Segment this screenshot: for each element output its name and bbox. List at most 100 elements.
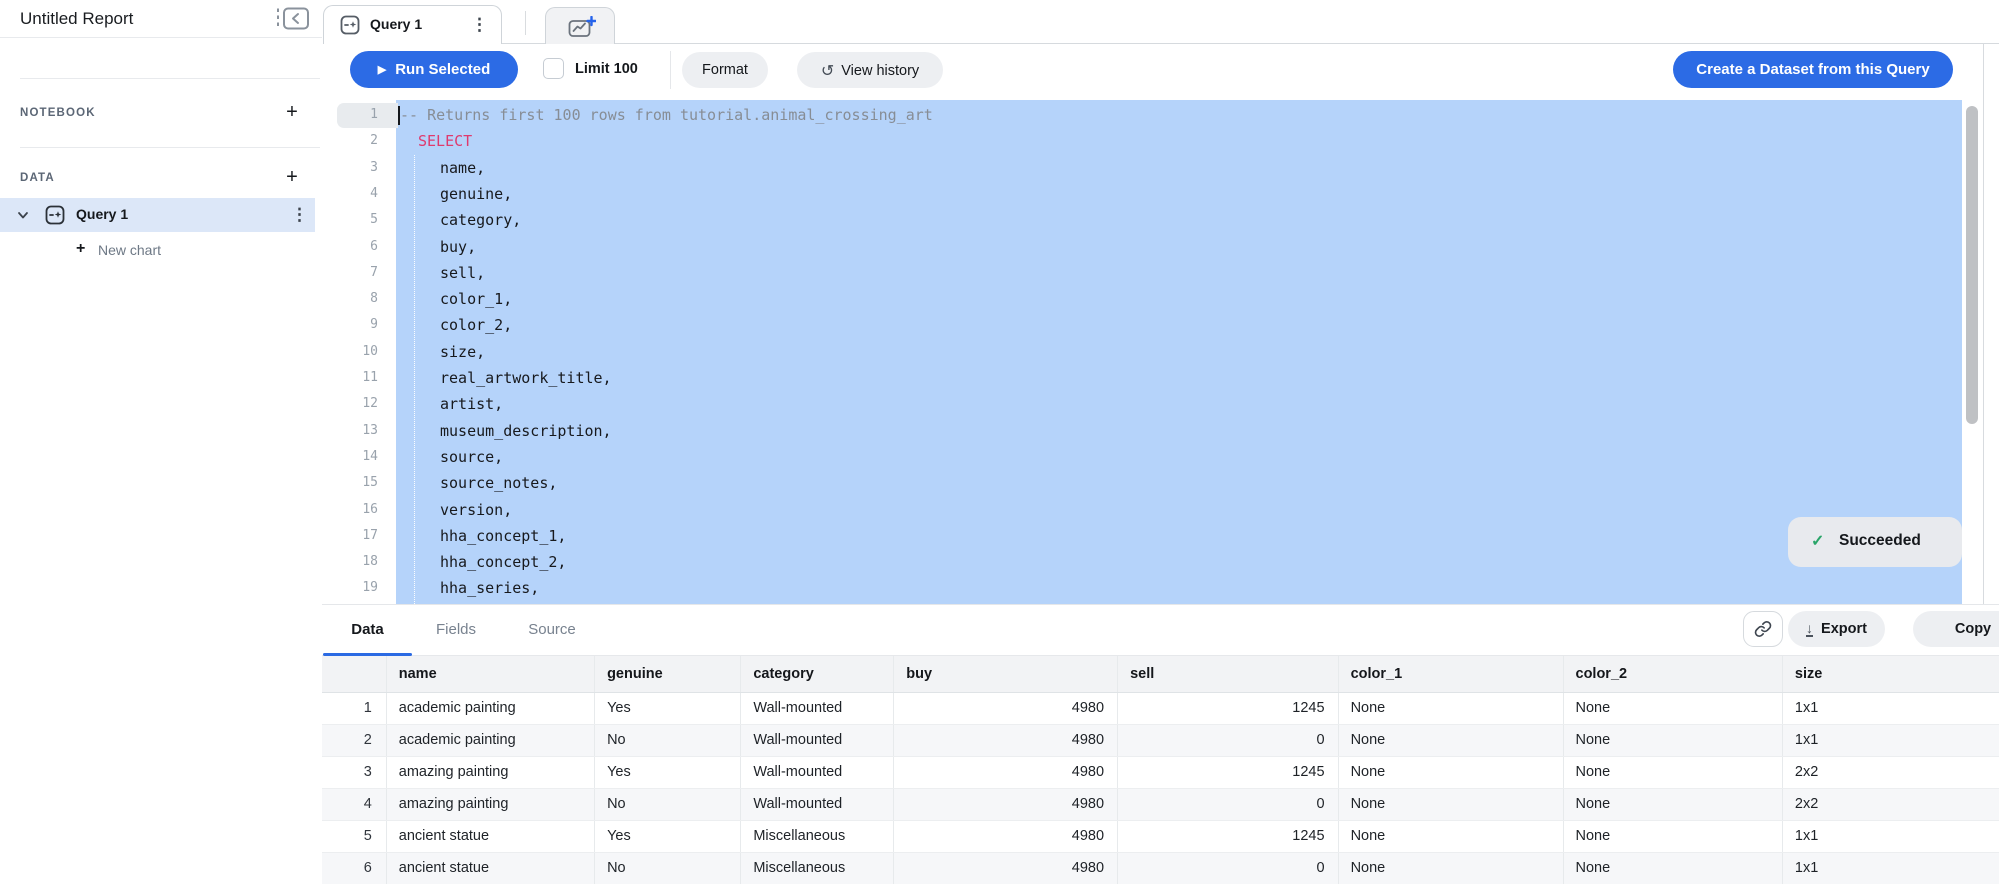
cell-category: Wall-mounted xyxy=(741,724,894,756)
tab-query-1[interactable]: Query 1 ⋮ xyxy=(323,5,502,44)
column-header-rownum xyxy=(322,656,386,692)
export-button[interactable]: ↓Export xyxy=(1788,611,1885,647)
line-number: 1 xyxy=(322,107,378,122)
line-number: 5 xyxy=(322,212,378,227)
cell-color_2: None xyxy=(1563,852,1782,884)
tab-add-chart[interactable] xyxy=(545,7,615,44)
cell-name: ancient statue xyxy=(386,852,594,884)
status-label: Succeeded xyxy=(1839,532,1921,550)
row-number: 3 xyxy=(322,756,386,788)
line-number: 18 xyxy=(322,554,378,569)
table-row-2[interactable]: 2academic paintingNoWall-mounted49800Non… xyxy=(322,724,1999,756)
cell-size: 1x1 xyxy=(1782,852,1999,884)
plus-icon: + xyxy=(76,240,85,258)
code-line-13: museum_description, xyxy=(440,418,612,444)
tab-source[interactable]: Source xyxy=(500,605,604,655)
view-history-button[interactable]: ↺View history xyxy=(797,52,943,88)
cell-genuine: Yes xyxy=(595,692,741,724)
chevron-down-icon[interactable] xyxy=(16,208,30,227)
code-line-18: hha_concept_2, xyxy=(440,549,566,575)
text-cursor xyxy=(398,106,400,125)
column-header-color_2[interactable]: color_2 xyxy=(1563,656,1782,692)
code-line-15: source_notes, xyxy=(440,470,557,496)
format-button[interactable]: Format xyxy=(682,52,768,88)
table-row-6[interactable]: 6ancient statueNoMiscellaneous49800NoneN… xyxy=(322,852,1999,884)
code-line-1: -- Returns first 100 rows from tutorial.… xyxy=(400,102,933,128)
tab-data[interactable]: Data xyxy=(323,605,412,655)
cell-color_1: None xyxy=(1338,724,1563,756)
code-line-6: buy, xyxy=(440,234,476,260)
cell-name: amazing painting xyxy=(386,756,594,788)
sidebar-section-notebook: NOTEBOOK xyxy=(20,107,96,119)
run-selected-button[interactable]: ▶Run Selected xyxy=(350,51,518,88)
cell-sell: 0 xyxy=(1118,724,1339,756)
cell-sell: 1245 xyxy=(1118,756,1339,788)
tab-fields[interactable]: Fields xyxy=(412,605,500,655)
kebab-menu-icon[interactable]: ⋮ xyxy=(291,206,308,223)
query-toolbar: ▶Run Selected Limit 100 Format ↺View his… xyxy=(322,44,1999,100)
cell-name: academic painting xyxy=(386,692,594,724)
tab-query-label: Query 1 xyxy=(370,16,422,32)
limit-label: Limit 100 xyxy=(575,61,638,77)
code-line-9: color_2, xyxy=(440,312,512,338)
cell-category: Wall-mounted xyxy=(741,756,894,788)
cell-color_1: None xyxy=(1338,692,1563,724)
line-number: 11 xyxy=(322,370,378,385)
code-line-14: source, xyxy=(440,444,503,470)
collapse-sidebar-icon[interactable] xyxy=(272,7,310,30)
cell-name: academic painting xyxy=(386,724,594,756)
cell-size: 1x1 xyxy=(1782,820,1999,852)
column-header-buy[interactable]: buy xyxy=(894,656,1118,692)
column-header-genuine[interactable]: genuine xyxy=(595,656,741,692)
card-right-border xyxy=(1983,43,1984,604)
column-header-name[interactable]: name xyxy=(386,656,594,692)
report-title[interactable]: Untitled Report xyxy=(20,9,133,29)
add-notebook-cell-button[interactable]: + xyxy=(281,102,303,124)
toolbar-divider xyxy=(670,51,671,89)
editor-scrollbar[interactable] xyxy=(1966,106,1978,424)
history-icon: ↺ xyxy=(821,63,834,80)
results-tabbar: Data Fields Source ↓Export Copy xyxy=(322,605,1999,656)
sidebar-item-new-chart[interactable]: + New chart xyxy=(0,238,315,264)
cell-buy: 4980 xyxy=(894,756,1118,788)
sql-editor[interactable]: 12345678910111213141516171819 -- Returns… xyxy=(322,100,1999,604)
editor-selection xyxy=(396,100,1962,604)
line-number: 2 xyxy=(322,133,378,148)
cell-color_2: None xyxy=(1563,788,1782,820)
status-badge: ✓ Succeeded xyxy=(1788,517,1962,567)
table-row-3[interactable]: 3amazing paintingYesWall-mounted49801245… xyxy=(322,756,1999,788)
column-header-color_1[interactable]: color_1 xyxy=(1338,656,1563,692)
cell-name: ancient statue xyxy=(386,820,594,852)
cell-color_1: None xyxy=(1338,756,1563,788)
sidebar-section-data: DATA xyxy=(20,172,55,184)
cell-category: Wall-mounted xyxy=(741,692,894,724)
code-line-19: hha_series, xyxy=(440,575,539,601)
limit-checkbox[interactable] xyxy=(543,58,564,79)
share-link-button[interactable] xyxy=(1743,611,1783,647)
add-data-button[interactable]: + xyxy=(281,167,303,189)
table-row-5[interactable]: 5ancient statueYesMiscellaneous49801245N… xyxy=(322,820,1999,852)
table-row-1[interactable]: 1academic paintingYesWall-mounted4980124… xyxy=(322,692,1999,724)
table-row-4[interactable]: 4amazing paintingNoWall-mounted49800None… xyxy=(322,788,1999,820)
column-header-sell[interactable]: sell xyxy=(1118,656,1339,692)
new-chart-label: New chart xyxy=(98,242,161,258)
column-header-category[interactable]: category xyxy=(741,656,894,692)
cell-genuine: Yes xyxy=(595,820,741,852)
line-number: 7 xyxy=(322,265,378,280)
cell-category: Miscellaneous xyxy=(741,852,894,884)
cell-genuine: No xyxy=(595,852,741,884)
chart-plus-icon xyxy=(568,16,596,38)
sidebar-divider xyxy=(0,37,322,38)
sidebar-query-label: Query 1 xyxy=(76,206,128,222)
code-line-3: name, xyxy=(440,155,485,181)
code-line-17: hha_concept_1, xyxy=(440,523,566,549)
sidebar-item-query-1[interactable]: Query 1 ⋮ xyxy=(0,198,315,232)
cell-genuine: No xyxy=(595,788,741,820)
row-number: 5 xyxy=(322,820,386,852)
column-header-size[interactable]: size xyxy=(1782,656,1999,692)
create-dataset-button[interactable]: Create a Dataset from this Query xyxy=(1673,51,1953,88)
copy-button[interactable]: Copy xyxy=(1913,611,1999,647)
code-line-10: size, xyxy=(440,339,485,365)
cell-color_1: None xyxy=(1338,820,1563,852)
tab-kebab-menu-icon[interactable]: ⋮ xyxy=(471,16,488,33)
